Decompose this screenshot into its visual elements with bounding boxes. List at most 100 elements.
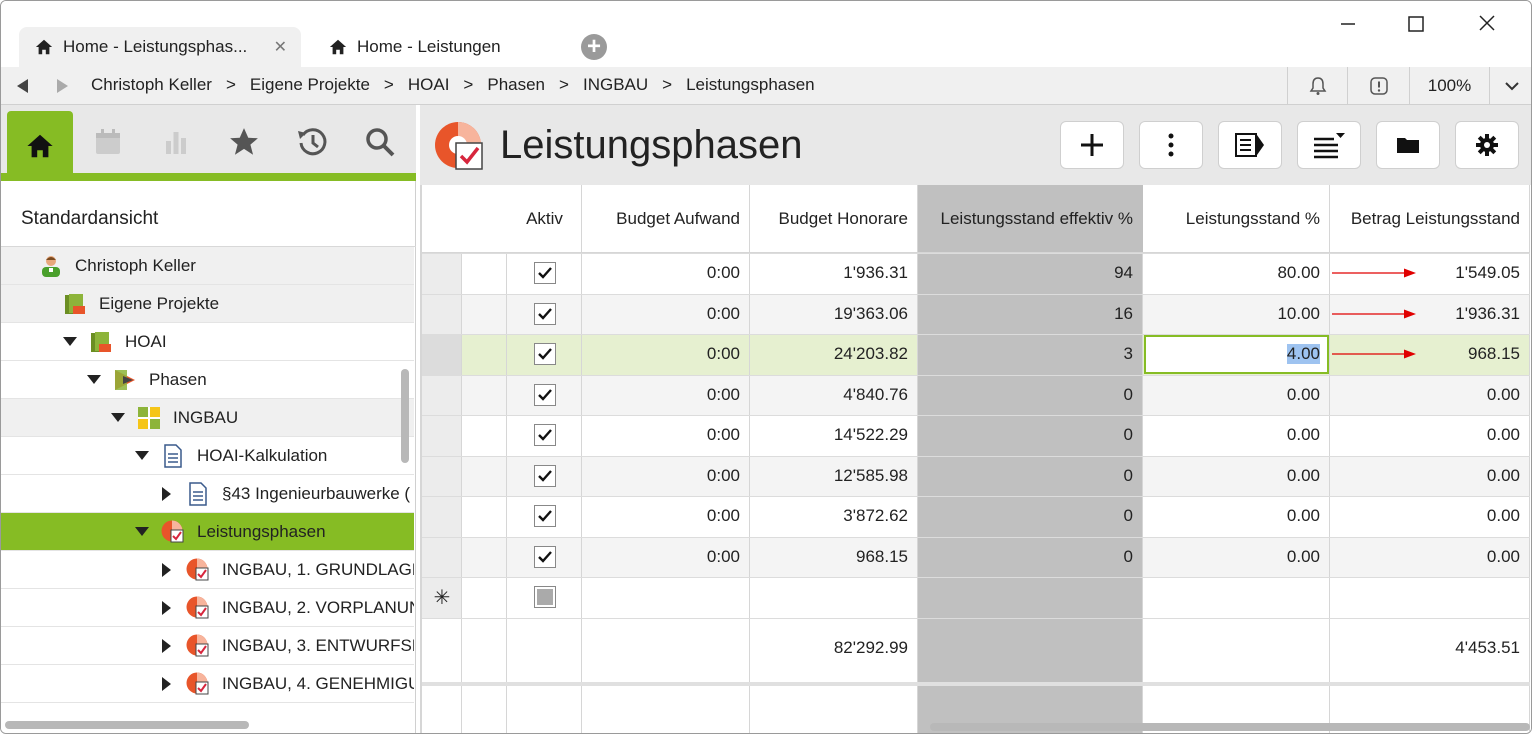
budget-aufwand-cell[interactable]: 0:00 (582, 334, 750, 374)
leistungsstand-cell[interactable]: 0.00 (1143, 375, 1330, 415)
panel-toggle-button[interactable] (1218, 121, 1282, 169)
aktiv-cell[interactable] (507, 375, 582, 415)
collapse-arrow-icon[interactable] (87, 375, 101, 384)
breadcrumb-item[interactable]: INGBAU (583, 75, 648, 95)
tree-item[interactable]: Christoph Keller (1, 247, 414, 285)
budget-aufwand-cell[interactable]: 0:00 (582, 537, 750, 577)
back-icon[interactable] (17, 79, 28, 93)
expand-arrow-icon[interactable] (162, 600, 171, 615)
new-tab-button[interactable]: + (581, 34, 607, 60)
aktiv-checkbox[interactable] (533, 343, 556, 365)
expand-arrow-icon[interactable] (162, 562, 171, 577)
collapse-arrow-icon[interactable] (135, 451, 149, 460)
expand-arrow-icon[interactable] (162, 486, 171, 501)
budget-honorare-cell[interactable]: 14'522.29 (750, 415, 918, 455)
settings-button[interactable] (1455, 121, 1519, 169)
budget-aufwand-cell[interactable]: 0:00 (582, 496, 750, 536)
aktiv-cell[interactable] (507, 253, 582, 293)
close-tab-icon[interactable]: ✕ (274, 37, 287, 57)
column-header[interactable]: Betrag Leistungsstand (1330, 185, 1530, 253)
forward-icon[interactable] (57, 79, 68, 93)
aktiv-cell[interactable] (507, 294, 582, 334)
nav-tab-reports[interactable] (143, 111, 209, 173)
aktiv-checkbox[interactable] (533, 464, 556, 487)
zoom-level[interactable]: 100% (1409, 67, 1489, 105)
aktiv-cell[interactable] (507, 415, 582, 455)
minimize-icon[interactable] (1333, 11, 1363, 37)
tree-item[interactable]: INGBAU, 3. ENTWURFSP (1, 627, 414, 665)
aktiv-cell[interactable] (507, 334, 582, 374)
leistungsstand-cell[interactable]: 0.00 (1143, 456, 1330, 496)
budget-aufwand-cell[interactable]: 0:00 (582, 415, 750, 455)
aktiv-cell[interactable] (507, 456, 582, 496)
aktiv-checkbox[interactable] (533, 545, 556, 568)
budget-honorare-cell[interactable]: 1'936.31 (750, 253, 918, 293)
tree-item[interactable]: INGBAU (1, 399, 414, 437)
budget-aufwand-cell[interactable]: 0:00 (582, 253, 750, 293)
aktiv-checkbox[interactable] (533, 262, 556, 284)
folder-button[interactable] (1376, 121, 1440, 169)
collapse-arrow-icon[interactable] (135, 527, 149, 536)
tree-horizontal-scrollbar[interactable] (5, 721, 249, 729)
budget-honorare-cell[interactable]: 3'872.62 (750, 496, 918, 536)
maximize-icon[interactable] (1401, 11, 1431, 37)
breadcrumb-item[interactable]: Christoph Keller (91, 75, 212, 95)
close-icon[interactable] (1472, 11, 1502, 37)
expand-arrow-icon[interactable] (162, 676, 171, 691)
budget-honorare-cell[interactable]: 24'203.82 (750, 334, 918, 374)
collapse-arrow-icon[interactable] (111, 413, 125, 422)
breadcrumb-item[interactable]: Leistungsphasen (686, 75, 815, 95)
tree-vertical-scrollbar[interactable] (401, 369, 409, 463)
view-selector[interactable]: Standardansicht (1, 181, 416, 247)
tree-item[interactable]: Phasen (1, 361, 414, 399)
tree-item[interactable]: INGBAU, 4. GENEHMIGU (1, 665, 414, 703)
budget-aufwand-cell[interactable]: 0:00 (582, 375, 750, 415)
nav-tab-home[interactable] (7, 111, 73, 181)
leistungsstand-cell[interactable]: 0.00 (1143, 537, 1330, 577)
budget-honorare-cell[interactable]: 12'585.98 (750, 456, 918, 496)
nav-tab-history[interactable] (279, 111, 345, 173)
tree-item[interactable]: Leistungsphasen (1, 513, 414, 551)
budget-honorare-cell[interactable]: 968.15 (750, 537, 918, 577)
tab-home-leistungen[interactable]: Home - Leistungen (313, 27, 553, 67)
more-button[interactable] (1139, 121, 1203, 169)
grid-horizontal-scrollbar[interactable] (930, 723, 1530, 731)
budget-aufwand-cell[interactable]: 0:00 (582, 456, 750, 496)
nav-tab-search[interactable] (347, 111, 413, 173)
notifications-button[interactable] (1287, 67, 1347, 105)
column-header[interactable]: Budget Honorare (750, 185, 918, 253)
new-row-aktiv-cell[interactable] (507, 577, 582, 617)
aktiv-cell[interactable] (507, 537, 582, 577)
alert-button[interactable] (1347, 67, 1409, 105)
tree-item[interactable]: INGBAU, 2. VORPLANUN (1, 589, 414, 627)
column-header[interactable] (462, 185, 507, 253)
list-menu-button[interactable] (1297, 121, 1361, 169)
leistungsstand-cell[interactable]: 0.00 (1143, 496, 1330, 536)
breadcrumb-item[interactable]: HOAI (408, 75, 450, 95)
tree-item[interactable]: HOAI (1, 323, 414, 361)
aktiv-checkbox[interactable] (533, 302, 556, 325)
column-header[interactable]: Budget Aufwand (582, 185, 750, 253)
breadcrumb-item[interactable]: Eigene Projekte (250, 75, 370, 95)
aktiv-checkbox[interactable] (533, 383, 556, 406)
nav-tab-calendar[interactable] (75, 111, 141, 173)
column-header[interactable]: Leistungsstand effektiv % (918, 185, 1143, 253)
nav-tab-favorites[interactable] (211, 111, 277, 173)
breadcrumb-item[interactable]: Phasen (487, 75, 545, 95)
zoom-dropdown[interactable] (1489, 67, 1531, 105)
indeterminate-checkbox[interactable] (533, 586, 556, 608)
column-header[interactable]: Aktiv (507, 185, 582, 253)
aktiv-checkbox[interactable] (533, 505, 556, 527)
collapse-arrow-icon[interactable] (63, 337, 77, 346)
leistungsstand-cell[interactable]: 0.00 (1143, 415, 1330, 455)
column-header[interactable]: Leistungsstand % (1143, 185, 1330, 253)
leistungsstand-cell[interactable]: 10.00 (1143, 294, 1330, 334)
tree-item[interactable]: INGBAU, 1. GRUNDLAGE (1, 551, 414, 589)
tree-item[interactable]: HOAI-Kalkulation (1, 437, 414, 475)
tree-item[interactable]: Eigene Projekte (1, 285, 414, 323)
tab-home-leistungsphasen[interactable]: Home - Leistungsphas... ✕ (19, 27, 301, 67)
add-button[interactable] (1060, 121, 1124, 169)
tree-item[interactable]: §43 Ingenieurbauwerke ( (1, 475, 414, 513)
expand-arrow-icon[interactable] (162, 638, 171, 653)
column-header[interactable] (422, 185, 462, 253)
